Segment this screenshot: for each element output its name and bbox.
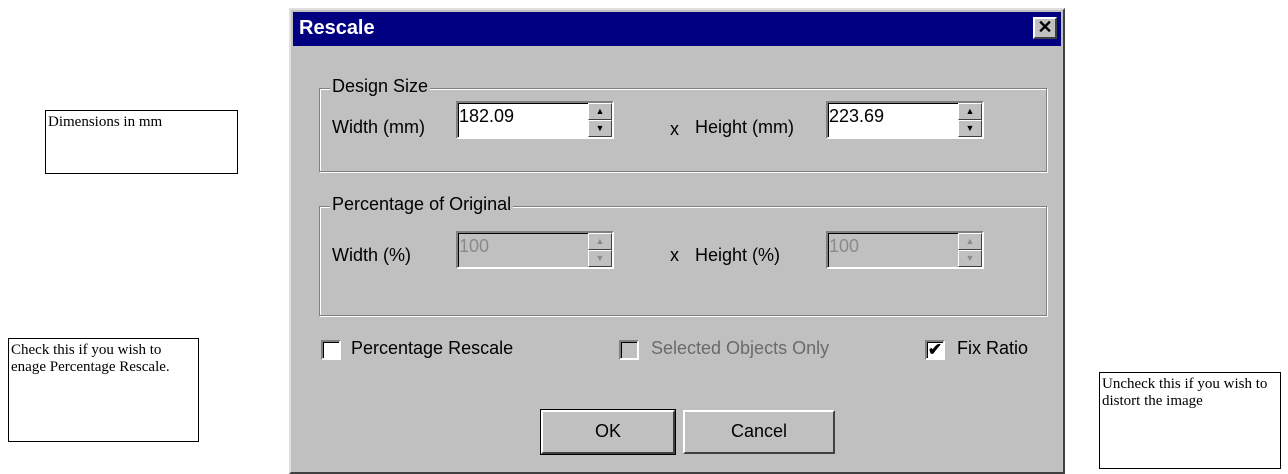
width-mm-spinner[interactable]: ▲ ▼: [588, 103, 612, 137]
width-percent-label: Width (%): [332, 245, 412, 265]
fix-ratio-checkbox[interactable]: ✔: [925, 340, 945, 360]
width-mm-label: Width (mm): [332, 117, 425, 137]
width-mm-input[interactable]: [459, 104, 569, 128]
selected-objects-checkbox[interactable]: [619, 340, 639, 360]
check-icon: ✔: [927, 340, 943, 359]
close-icon: ✕: [1037, 17, 1053, 37]
selected-objects-label[interactable]: Selected Objects Only: [651, 338, 829, 359]
note-ratio-text: Uncheck this if you wish to distort the …: [1102, 376, 1268, 409]
note-percentage-rescale: Check this if you wish to enage Percenta…: [8, 338, 199, 442]
design-size-group: Design Size Width (mm) ▲ ▼ x Height (mm)…: [319, 76, 1047, 172]
design-size-legend: Design Size: [330, 76, 431, 97]
width-percent-field[interactable]: ▲ ▼: [456, 231, 614, 269]
title-bar[interactable]: Rescale ✕: [293, 12, 1061, 46]
percentage-rescale-checkbox[interactable]: [321, 340, 341, 360]
cancel-button[interactable]: Cancel: [683, 410, 835, 454]
height-percent-input[interactable]: [829, 234, 939, 258]
spin-up-icon[interactable]: ▲: [958, 233, 982, 250]
spin-down-icon[interactable]: ▼: [958, 120, 982, 137]
spin-up-icon[interactable]: ▲: [588, 233, 612, 250]
fix-ratio-label[interactable]: Fix Ratio: [957, 338, 1028, 359]
note-dimensions: Dimensions in mm: [45, 110, 238, 174]
spin-up-icon[interactable]: ▲: [588, 103, 612, 120]
width-percent-spinner[interactable]: ▲ ▼: [588, 233, 612, 267]
note-dimensions-text: Dimensions in mm: [48, 114, 163, 130]
height-mm-label: Height (mm): [695, 117, 795, 137]
dialog-title: Rescale: [299, 17, 375, 39]
width-percent-input[interactable]: [459, 234, 569, 258]
height-mm-field[interactable]: ▲ ▼: [826, 101, 984, 139]
rescale-dialog: Rescale ✕ Design Size Width (mm) ▲ ▼ x H…: [289, 8, 1065, 474]
height-percent-spinner[interactable]: ▲ ▼: [958, 233, 982, 267]
percentage-legend: Percentage of Original: [330, 194, 514, 215]
spin-down-icon[interactable]: ▼: [958, 250, 982, 267]
height-percent-label: Height (%): [695, 245, 781, 265]
note-percentage-text: Check this if you wish to enage Percenta…: [11, 342, 170, 375]
spin-up-icon[interactable]: ▲: [958, 103, 982, 120]
times-label: x: [670, 245, 679, 265]
spin-down-icon[interactable]: ▼: [588, 120, 612, 137]
percentage-group: Percentage of Original Width (%) ▲ ▼ x H…: [319, 194, 1047, 316]
percentage-rescale-label[interactable]: Percentage Rescale: [351, 338, 513, 359]
height-percent-field[interactable]: ▲ ▼: [826, 231, 984, 269]
spin-down-icon[interactable]: ▼: [588, 250, 612, 267]
ok-button[interactable]: OK: [540, 409, 676, 455]
width-mm-field[interactable]: ▲ ▼: [456, 101, 614, 139]
close-button[interactable]: ✕: [1033, 17, 1057, 39]
height-mm-input[interactable]: [829, 104, 939, 128]
times-label: x: [670, 119, 679, 139]
note-fix-ratio: Uncheck this if you wish to distort the …: [1099, 372, 1281, 469]
height-mm-spinner[interactable]: ▲ ▼: [958, 103, 982, 137]
